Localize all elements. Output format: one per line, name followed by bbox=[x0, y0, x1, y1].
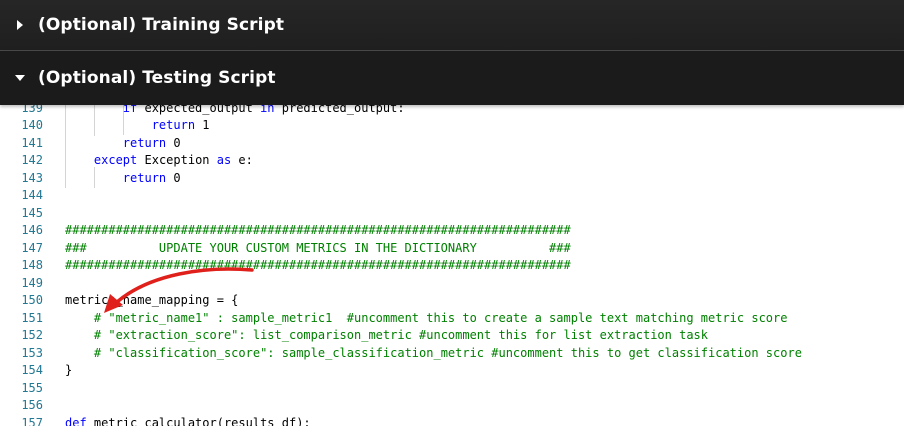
code-keyword: as bbox=[216, 153, 232, 167]
code-keyword: except bbox=[93, 153, 138, 167]
code-comment: ########################################… bbox=[65, 223, 571, 237]
code-comment: # "metric_name1" : sample_metric1 #uncom… bbox=[93, 310, 788, 325]
training-script-header[interactable]: (Optional) Training Script bbox=[0, 0, 904, 50]
line-number: 140 bbox=[21, 118, 43, 132]
code-line: 140 return 1 bbox=[0, 117, 904, 135]
code-line: 150 metrics_name_mapping = { bbox=[0, 292, 904, 310]
code-line: 151 # "metric_name1" : sample_metric1 #u… bbox=[0, 310, 904, 328]
code-text: except Exception as e: bbox=[65, 152, 253, 170]
code-keyword: return bbox=[122, 170, 167, 185]
code-line: 148 #####################################… bbox=[0, 257, 904, 275]
code-line: 139 if expected_output in predicted_outp… bbox=[0, 105, 904, 117]
code-text: if expected_output in predicted_output: bbox=[65, 105, 405, 117]
code-keyword: return bbox=[151, 118, 196, 132]
line-number: 146 bbox=[21, 223, 43, 237]
training-script-title: (Optional) Training Script bbox=[38, 15, 285, 35]
line-number: 151 bbox=[21, 310, 43, 325]
code-lines: 139 if expected_output in predicted_outp… bbox=[0, 105, 904, 426]
code-keyword: return bbox=[122, 135, 167, 150]
code-token: e: bbox=[231, 153, 253, 167]
code-token: metric_calculator(results_df): bbox=[86, 415, 311, 426]
code-comment: # "classification_score": sample_classif… bbox=[93, 345, 802, 360]
code-comment: ### UPDATE YOUR CUSTOM METRICS IN THE DI… bbox=[65, 240, 571, 255]
line-number: 147 bbox=[21, 240, 43, 255]
code-text: return 0 bbox=[65, 135, 181, 153]
line-number: 153 bbox=[21, 345, 43, 360]
line-number: 152 bbox=[21, 328, 43, 342]
code-text: metrics_name_mapping = { bbox=[65, 292, 238, 310]
code-line: 145 bbox=[0, 205, 904, 223]
code-line: 155 bbox=[0, 380, 904, 398]
code-text: # "extraction_score": list_comparison_me… bbox=[65, 327, 708, 345]
code-line: 143 return 0 bbox=[0, 170, 904, 188]
caret-down-icon bbox=[14, 72, 26, 84]
code-line: 144 bbox=[0, 187, 904, 205]
line-number: 157 bbox=[21, 415, 43, 426]
code-comment: # "extraction_score": list_comparison_me… bbox=[93, 328, 708, 342]
code-line: 141 return 0 bbox=[0, 135, 904, 153]
code-line: 147 ### UPDATE YOUR CUSTOM METRICS IN THE… bbox=[0, 240, 904, 258]
testing-script-title: (Optional) Testing Script bbox=[38, 68, 276, 88]
code-line: 149 bbox=[0, 275, 904, 293]
line-number: 154 bbox=[21, 363, 43, 377]
code-token: 0 bbox=[166, 170, 181, 185]
code-line: 152 # "extraction_score": list_compariso… bbox=[0, 327, 904, 345]
code-text: # "classification_score": sample_classif… bbox=[65, 345, 802, 363]
code-token: metrics_name_mapping = { bbox=[65, 293, 239, 307]
code-token: } bbox=[65, 363, 73, 377]
line-number: 149 bbox=[21, 275, 43, 290]
code-keyword: in bbox=[260, 105, 275, 115]
code-text: return 0 bbox=[65, 170, 181, 188]
testing-script-header[interactable]: (Optional) Testing Script bbox=[0, 51, 904, 105]
code-token: predicted_output: bbox=[274, 105, 405, 115]
code-keyword: def bbox=[65, 415, 87, 426]
code-keyword: if bbox=[122, 105, 138, 115]
code-line: 157 def metric_calculator(results_df): bbox=[0, 415, 904, 426]
code-editor[interactable]: 139 if expected_output in predicted_outp… bbox=[0, 105, 904, 426]
code-line: 142 except Exception as e: bbox=[0, 152, 904, 170]
code-text: ########################################… bbox=[65, 257, 571, 275]
code-line: 154} bbox=[0, 362, 904, 380]
code-comment: ########################################… bbox=[65, 258, 571, 272]
code-token: 0 bbox=[166, 135, 181, 150]
line-number: 143 bbox=[21, 170, 43, 185]
code-text: return 1 bbox=[65, 117, 210, 135]
line-number: 145 bbox=[21, 205, 43, 220]
line-number: 139 bbox=[21, 105, 43, 115]
line-number: 141 bbox=[21, 135, 43, 150]
line-number: 156 bbox=[21, 398, 43, 412]
code-text: ########################################… bbox=[65, 222, 571, 240]
code-text: } bbox=[65, 362, 72, 380]
code-token: Exception bbox=[137, 153, 217, 167]
code-line: 153 # "classification_score": sample_cla… bbox=[0, 345, 904, 363]
code-token: expected_output bbox=[137, 105, 261, 115]
line-number: 142 bbox=[21, 153, 43, 167]
code-token: 1 bbox=[195, 118, 210, 132]
line-number: 155 bbox=[21, 380, 43, 395]
caret-right-icon bbox=[14, 19, 26, 31]
code-text: ### UPDATE YOUR CUSTOM METRICS IN THE DI… bbox=[65, 240, 571, 258]
line-number: 150 bbox=[21, 293, 43, 307]
code-text: # "metric_name1" : sample_metric1 #uncom… bbox=[65, 310, 788, 328]
code-line: 156 bbox=[0, 397, 904, 415]
code-line: 146 #####################################… bbox=[0, 222, 904, 240]
line-number: 148 bbox=[21, 258, 43, 272]
line-number: 144 bbox=[21, 188, 43, 202]
code-text: def metric_calculator(results_df): bbox=[65, 415, 311, 426]
